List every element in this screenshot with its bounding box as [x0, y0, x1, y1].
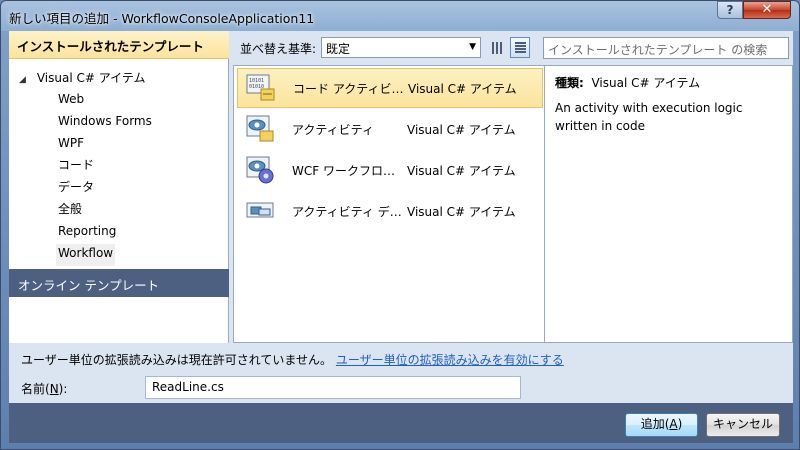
template-list: 10101 01010 コード アクティビティ Visual C# アイテム ア… [233, 65, 545, 343]
template-type: Visual C# アイテム [407, 205, 516, 219]
help-button[interactable]: ? [717, 1, 743, 19]
name-label: 名前(N): [21, 380, 67, 397]
template-details-panel: 種類: Visual C# アイテム An activity with exec… [545, 65, 793, 343]
dialog-window: 新しい項目の追加 - WorkflowConsoleApplication11 … [0, 0, 800, 450]
cancel-button[interactable]: キャンセル [706, 413, 780, 437]
tree-item-code[interactable]: コード [56, 156, 154, 178]
tree-item-windows-forms[interactable]: Windows Forms [56, 112, 154, 134]
button-bar: 追加(A) キャンセル [9, 403, 793, 443]
add-label-accesskey: A [669, 417, 678, 431]
expanded-arrow-icon[interactable]: ◢ [19, 75, 33, 85]
sort-dropdown[interactable]: 既定 ▼ [321, 37, 481, 58]
file-name-input[interactable]: ReadLine.cs [145, 376, 521, 399]
category-panel: インストールされたテンプレート ◢ Visual C# アイテム Web Win… [9, 31, 229, 343]
details-view-icon [515, 42, 526, 54]
add-label-prefix: 追加( [640, 417, 670, 431]
enable-extensions-link[interactable]: ユーザー単位の拡張読み込みを有効にする [336, 353, 564, 367]
template-type: Visual C# アイテム [407, 123, 516, 137]
template-type: Visual C# アイテム [407, 164, 516, 178]
add-label-suffix: ) [677, 417, 683, 431]
tree-item-web[interactable]: Web [56, 90, 154, 112]
dialog-client: インストールされたテンプレート ◢ Visual C# アイテム Web Win… [9, 31, 793, 443]
category-tree: Web Windows Forms WPF コード データ 全般 Reporti… [56, 90, 154, 266]
tree-item-reporting[interactable]: Reporting [56, 222, 154, 244]
tree-item-wpf[interactable]: WPF [56, 134, 154, 156]
list-item-activity-designer[interactable]: アクティビティ デザイナー Visual C# アイテム [237, 192, 543, 232]
kind-label: 種類: [555, 76, 584, 90]
name-label-suffix: ): [58, 382, 68, 396]
title-bar[interactable]: 新しい項目の追加 - WorkflowConsoleApplication11 … [1, 1, 800, 31]
online-templates-header[interactable]: オンライン テンプレート [9, 269, 229, 297]
template-kind: 種類: Visual C# アイテム [555, 74, 700, 91]
list-item-code-activity[interactable]: 10101 01010 コード アクティビティ Visual C# アイテム [237, 68, 543, 108]
template-name: WCF ワークフロー サービス [292, 164, 406, 178]
details-view-button[interactable] [510, 37, 530, 58]
close-button[interactable]: ✕ [743, 1, 791, 19]
window-title: 新しい項目の追加 - WorkflowConsoleApplication11 [9, 11, 315, 26]
tree-item-workflow[interactable]: Workflow [56, 244, 116, 266]
template-description: An activity with execution logic written… [555, 101, 743, 133]
template-name: コード アクティビティ [293, 82, 407, 96]
list-item-wcf-workflow-service[interactable]: WCF ワークフロー サービス Visual C# アイテム [237, 151, 543, 191]
code-activity-icon: 10101 01010 [246, 74, 275, 101]
small-icons-view-button[interactable] [487, 37, 507, 58]
template-name: アクティビティ [292, 123, 374, 137]
small-icons-view-icon [492, 42, 503, 54]
name-label-prefix: 名前( [21, 382, 50, 396]
tree-item-data[interactable]: データ [56, 178, 154, 200]
tree-root-visual-csharp[interactable]: ◢ Visual C# アイテム [19, 69, 146, 86]
template-search-input[interactable]: インストールされたテンプレート の検索 [543, 37, 789, 59]
sort-label: 並べ替え基準: [240, 42, 317, 56]
template-name: アクティビティ デザイナー [292, 205, 406, 219]
list-item-activity[interactable]: アクティビティ Visual C# アイテム [237, 110, 543, 150]
wcf-workflow-icon [246, 156, 274, 184]
extension-notice: ユーザー単位の拡張読み込みは現在許可されていません。 ユーザー単位の拡張読み込み… [21, 351, 564, 368]
tree-item-general[interactable]: 全般 [56, 200, 154, 222]
name-label-accesskey: N [49, 382, 59, 396]
kind-value: Visual C# アイテム [591, 76, 701, 90]
activity-icon [246, 115, 274, 142]
add-button[interactable]: 追加(A) [625, 413, 698, 437]
tree-root-label: Visual C# アイテム [36, 71, 146, 85]
installed-templates-header[interactable]: インストールされたテンプレート [9, 31, 229, 59]
sort-value: 既定 [326, 42, 351, 56]
template-type: Visual C# アイテム [408, 82, 517, 96]
chevron-down-icon: ▼ [469, 42, 476, 52]
activity-designer-icon [246, 202, 274, 218]
notice-text: ユーザー単位の拡張読み込みは現在許可されていません。 [21, 353, 333, 367]
